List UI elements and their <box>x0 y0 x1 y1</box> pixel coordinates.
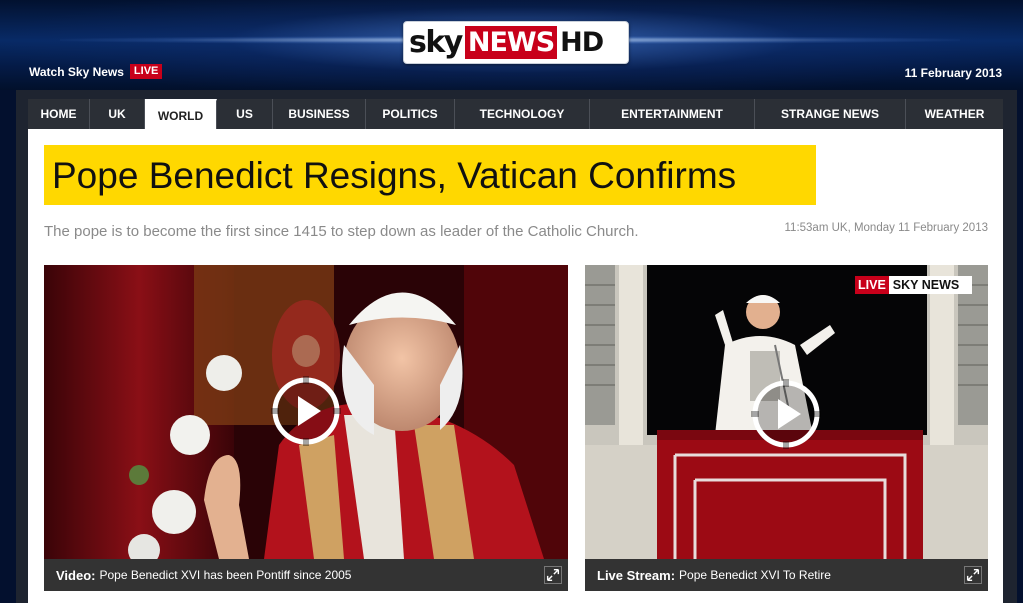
nav-item-weather[interactable]: WEATHER <box>906 99 1003 129</box>
caption-text: Pope Benedict XVI To Retire <box>679 568 831 582</box>
nav-item-home[interactable]: HOME <box>28 99 90 129</box>
watch-sky-news-link[interactable]: Watch Sky News LIVE <box>29 64 163 79</box>
logo-hd: HD <box>560 27 604 58</box>
caption-type: Live Stream: <box>597 567 676 583</box>
page-title: Pope Benedict Resigns, Vatican Confirms <box>52 155 737 196</box>
live-stream-thumbnail[interactable] <box>585 265 988 559</box>
nav-item-us[interactable]: US <box>217 99 273 129</box>
nav-item-uk[interactable]: UK <box>90 99 145 129</box>
sky-news-label: SKY NEWS <box>888 276 972 294</box>
nav-item-strange-news[interactable]: STRANGE NEWS <box>755 99 906 129</box>
watch-label: Watch Sky News <box>29 64 124 79</box>
live-badge: LIVE <box>129 64 163 79</box>
article-standfirst: The pope is to become the first since 14… <box>44 223 639 240</box>
logo-sky: sky <box>409 24 463 60</box>
caption-type: Video: <box>56 567 96 583</box>
live-stream-caption[interactable]: Live Stream: Pope Benedict XVI To Retire <box>585 559 988 591</box>
nav-item-business[interactable]: BUSINESS <box>273 99 366 129</box>
article-timestamp: 11:53am UK, Monday 11 February 2013 <box>784 222 989 234</box>
nav-item-politics[interactable]: POLITICS <box>366 99 455 129</box>
nav-item-world[interactable]: WORLD <box>145 99 217 129</box>
live-sky-news-badge: LIVE SKY NEWS <box>855 276 972 294</box>
expand-icon[interactable] <box>964 566 982 584</box>
nav-item-entertainment[interactable]: ENTERTAINMENT <box>590 99 755 129</box>
nav-item-technology[interactable]: TECHNOLOGY <box>455 99 590 129</box>
live-label: LIVE <box>855 276 889 294</box>
logo-news: NEWS <box>464 26 558 59</box>
play-icon[interactable] <box>751 379 821 449</box>
expand-icon[interactable] <box>544 566 562 584</box>
sky-news-hd-logo[interactable]: sky NEWS HD <box>403 21 629 64</box>
main-nav: HOME UK WORLD US BUSINESS POLITICS TECHN… <box>28 99 1003 129</box>
video-thumbnail[interactable] <box>44 265 568 559</box>
header-date: 11 February 2013 <box>904 66 1002 80</box>
caption-text: Pope Benedict XVI has been Pontiff since… <box>99 568 352 582</box>
play-icon[interactable] <box>271 376 341 446</box>
video-caption[interactable]: Video: Pope Benedict XVI has been Pontif… <box>44 559 568 591</box>
